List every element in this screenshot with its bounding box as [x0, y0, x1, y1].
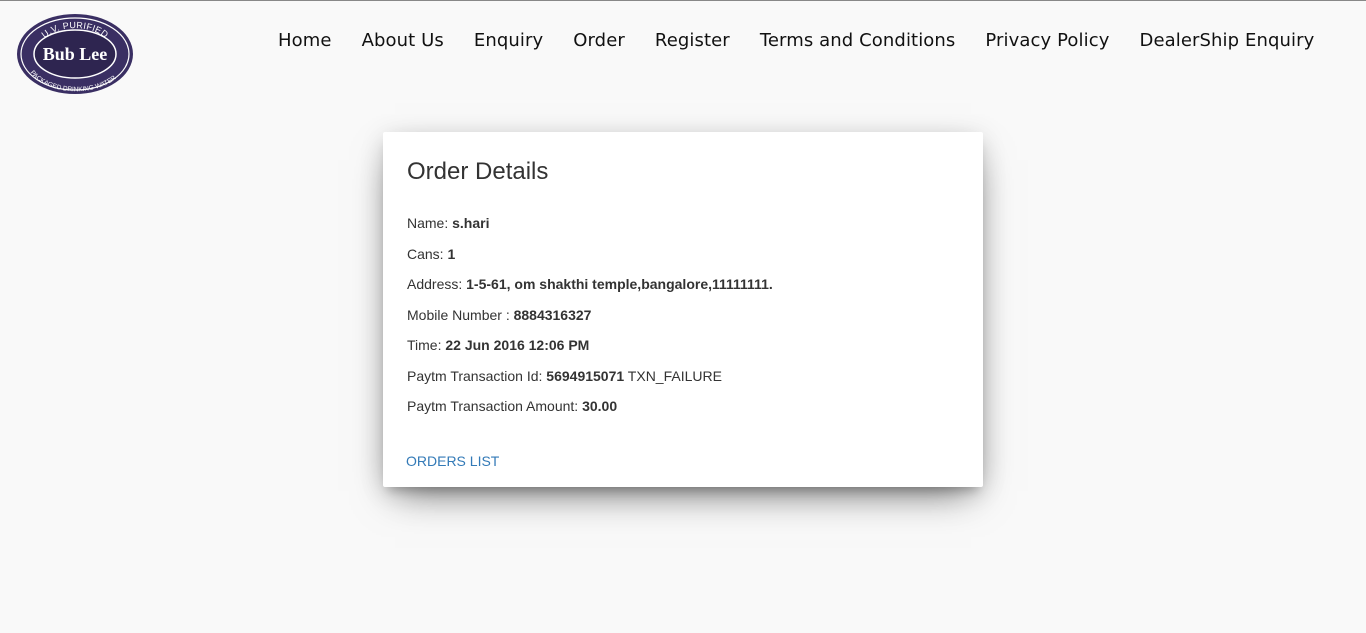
order-time-value: 22 Jun 2016 12:06 PM — [445, 337, 590, 353]
order-txn-id-row: Paytm Transaction Id: 5694915071 TXN_FAI… — [407, 368, 722, 384]
order-cans-value: 1 — [447, 246, 456, 262]
nav-enquiry[interactable]: Enquiry — [459, 24, 558, 57]
nav-order[interactable]: Order — [558, 24, 640, 57]
nav-home[interactable]: Home — [263, 24, 347, 57]
order-txn-status: TXN_FAILURE — [624, 368, 722, 384]
order-time-row: Time: 22 Jun 2016 12:06 PM — [407, 337, 589, 353]
order-address-row: Address: 1-5-61, om shakthi temple,banga… — [407, 276, 773, 292]
main-navigation: Home About Us Enquiry Order Register Ter… — [263, 24, 1329, 57]
nav-privacy-policy[interactable]: Privacy Policy — [970, 24, 1124, 57]
order-txn-id-label: Paytm Transaction Id: — [407, 368, 547, 384]
orders-list-link[interactable]: ORDERS LIST — [406, 453, 499, 469]
order-txn-id-value: 5694915071 — [546, 368, 625, 384]
order-name-row: Name: s.hari — [407, 215, 489, 231]
order-txn-amount-label: Paytm Transaction Amount: — [407, 398, 583, 414]
order-name-value: s.hari — [452, 215, 490, 231]
logo-brand-text: Bub Lee — [43, 44, 108, 64]
top-border — [0, 0, 1366, 1]
order-details-card: Order Details Name: s.hari Cans: 1 Addre… — [383, 132, 983, 487]
order-mobile-row: Mobile Number : 8884316327 — [407, 307, 591, 323]
nav-about-us[interactable]: About Us — [347, 24, 459, 57]
nav-register[interactable]: Register — [640, 24, 745, 57]
order-mobile-value: 8884316327 — [513, 307, 592, 323]
order-name-label: Name: — [407, 215, 453, 231]
bub-lee-logo[interactable]: U.V. PURIFIED Bub Lee PACKAGED DRINKING … — [16, 13, 134, 95]
order-cans-label: Cans: — [407, 246, 448, 262]
nav-terms-and-conditions[interactable]: Terms and Conditions — [745, 24, 971, 57]
order-mobile-label: Mobile Number : — [407, 307, 514, 323]
order-cans-row: Cans: 1 — [407, 246, 455, 262]
order-address-value: 1-5-61, om shakthi temple,bangalore,1111… — [466, 276, 773, 292]
order-txn-amount-row: Paytm Transaction Amount: 30.00 — [407, 398, 617, 414]
nav-dealership-enquiry[interactable]: DealerShip Enquiry — [1124, 24, 1329, 57]
order-details-title: Order Details — [407, 158, 549, 185]
order-txn-amount-value: 30.00 — [582, 398, 618, 414]
order-address-label: Address: — [407, 276, 467, 292]
order-time-label: Time: — [407, 337, 446, 353]
